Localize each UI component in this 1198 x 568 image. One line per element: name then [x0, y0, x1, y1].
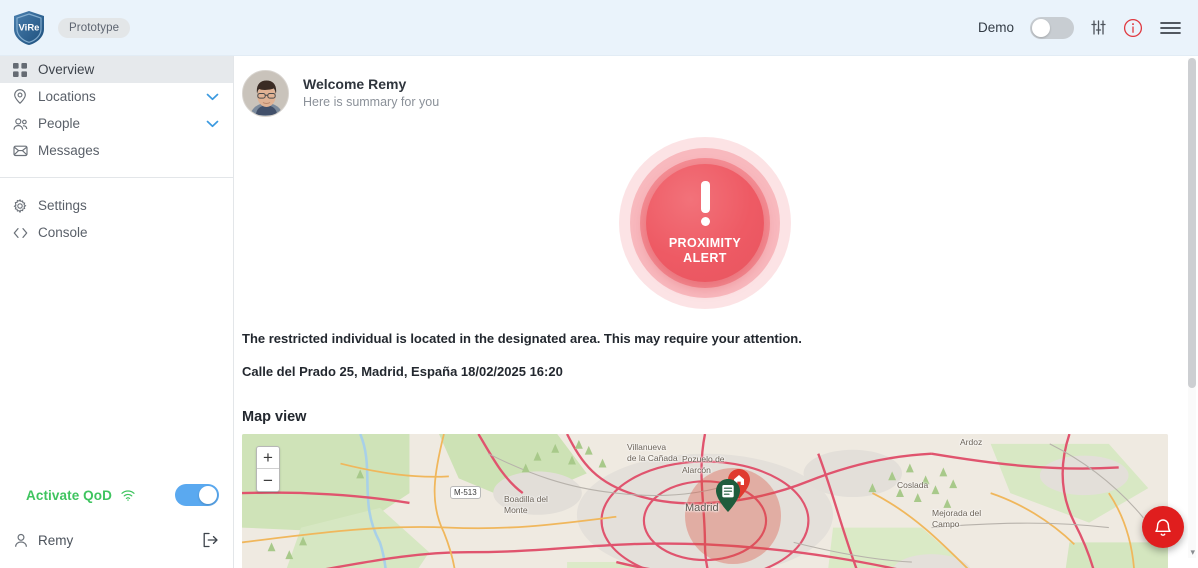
sidebar-item-settings[interactable]: Settings — [0, 192, 233, 219]
chevron-down-icon[interactable] — [206, 93, 219, 101]
qod-toggle-knob — [199, 486, 217, 504]
demo-toggle-knob — [1032, 19, 1050, 37]
sidebar-item-locations[interactable]: Locations — [0, 83, 233, 110]
sidebar-item-messages[interactable]: Messages — [0, 137, 233, 164]
chevron-down-icon[interactable] — [206, 120, 219, 128]
sidebar-primary-nav: Overview Locations — [0, 56, 233, 246]
sidebar-user-row: Remy — [0, 520, 233, 560]
sliders-icon[interactable] — [1090, 19, 1107, 36]
wifi-icon — [121, 490, 135, 501]
envelope-icon — [12, 144, 28, 157]
demo-label: Demo — [978, 20, 1014, 35]
proximity-alert-label: PROXIMITY ALERT — [669, 236, 741, 265]
proximity-alert-section: PROXIMITY ALERT — [242, 123, 1168, 323]
sidebar-item-overview[interactable]: Overview — [0, 56, 233, 83]
sidebar-item-console[interactable]: Console — [0, 219, 233, 246]
app-body: Overview Locations — [0, 56, 1198, 568]
menu-icon[interactable] — [1159, 19, 1182, 37]
header-actions: Demo — [978, 17, 1182, 39]
proximity-alert-stack: PROXIMITY ALERT — [619, 137, 791, 309]
restricted-individual-marker-pin[interactable] — [714, 478, 742, 518]
gear-icon — [12, 199, 28, 213]
page-scrollbar[interactable]: ▾ — [1188, 58, 1196, 558]
demo-toggle[interactable] — [1030, 17, 1074, 39]
code-brackets-icon — [12, 227, 28, 239]
qod-toggle[interactable] — [175, 484, 219, 506]
welcome-title: Welcome Remy — [303, 75, 439, 94]
app-header: ViRe Prototype Demo — [0, 0, 1198, 56]
map-zoom-controls[interactable]: + − — [256, 446, 280, 492]
proximity-alert-button[interactable]: PROXIMITY ALERT — [646, 164, 764, 282]
brand[interactable]: ViRe Prototype — [12, 10, 130, 46]
map-view[interactable]: Villanueva de la Cañada Boadilla del Mon… — [242, 434, 1168, 568]
alert-label-line1: PROXIMITY — [669, 236, 741, 250]
map-view-title: Map view — [242, 409, 1168, 425]
sidebar-item-people[interactable]: People — [0, 110, 233, 137]
sidebar-item-label: Settings — [38, 198, 219, 213]
alert-message: The restricted individual is located in … — [242, 331, 1168, 346]
road-badge: M-513 — [450, 486, 481, 499]
vire-shield-logo-icon: ViRe — [12, 10, 46, 46]
chevron-down-icon[interactable]: ▾ — [1190, 547, 1195, 558]
sidebar: Overview Locations — [0, 56, 234, 568]
sidebar-item-label: People — [38, 116, 196, 131]
activate-qod-row[interactable]: Activate QoD — [0, 478, 233, 512]
alert-label-line2: ALERT — [669, 251, 741, 265]
map-zoom-out-button[interactable]: − — [257, 469, 279, 491]
sidebar-user-name: Remy — [38, 533, 73, 548]
welcome-subtitle: Here is summary for you — [303, 94, 439, 112]
app-root: ViRe Prototype Demo — [0, 0, 1198, 568]
bell-icon — [1153, 517, 1173, 538]
qod-toggle-wrap — [175, 484, 219, 506]
sidebar-divider — [0, 177, 233, 178]
welcome-text: Welcome Remy Here is summary for you — [303, 75, 439, 111]
prototype-badge: Prototype — [58, 18, 130, 38]
welcome-banner: Welcome Remy Here is summary for you — [242, 56, 1168, 117]
notifications-fab-button[interactable] — [1142, 506, 1184, 548]
main-content: Welcome Remy Here is summary for you — [234, 56, 1198, 568]
brand-name: ViRe — [19, 22, 40, 33]
map-zoom-in-button[interactable]: + — [257, 447, 279, 469]
map-pin-icon — [12, 89, 28, 104]
grid-icon — [12, 63, 28, 77]
exclamation-icon — [701, 181, 710, 226]
sidebar-item-label: Overview — [38, 62, 219, 77]
logout-icon[interactable] — [202, 532, 219, 548]
activate-qod-label: Activate QoD — [26, 488, 112, 503]
scrollbar-thumb[interactable] — [1188, 58, 1196, 388]
people-icon — [12, 117, 28, 131]
info-icon[interactable] — [1123, 18, 1143, 38]
sidebar-item-label: Locations — [38, 89, 196, 104]
avatar — [242, 70, 289, 117]
alert-address: Calle del Prado 25, Madrid, España 18/02… — [242, 364, 1168, 379]
sidebar-item-label: Messages — [38, 143, 219, 158]
user-icon — [14, 533, 28, 548]
sidebar-spacer — [0, 246, 233, 478]
sidebar-item-label: Console — [38, 225, 219, 240]
